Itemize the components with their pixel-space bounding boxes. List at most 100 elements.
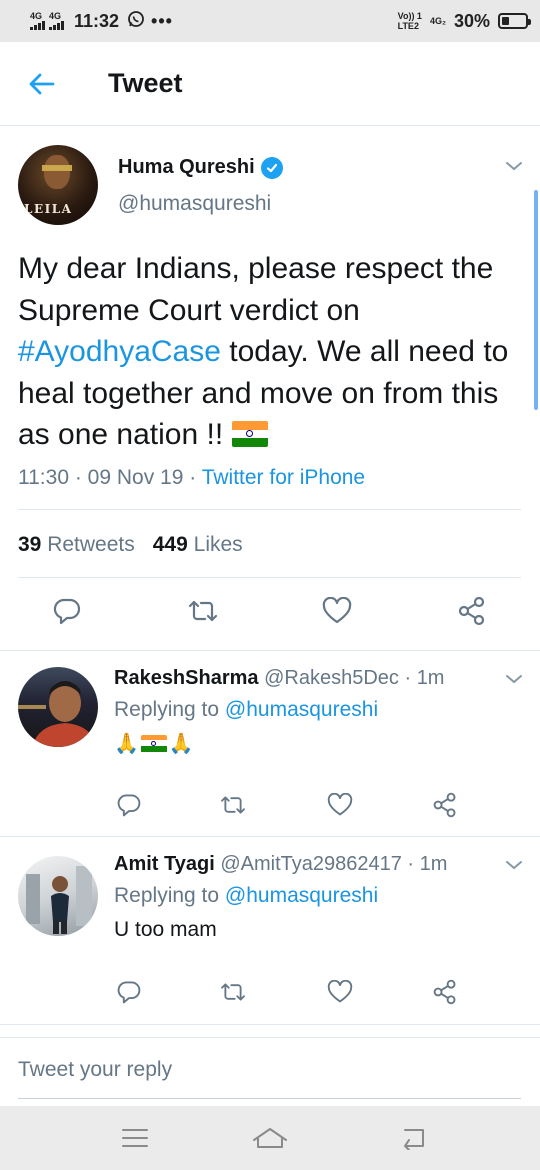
heart-icon (327, 980, 353, 1003)
reply-actions (0, 788, 540, 828)
retweet-button[interactable] (186, 594, 220, 628)
reply-icon (53, 598, 81, 625)
tweet-metadata: 11:30 · 09 Nov 19 · Twitter for iPhone (18, 466, 366, 489)
reply-button[interactable] (50, 594, 84, 628)
likes-stat[interactable]: 449 Likes (153, 533, 243, 557)
verified-badge-icon (260, 156, 283, 179)
reply-time: 1m (419, 853, 448, 875)
reply-button[interactable] (112, 788, 146, 822)
divider (18, 509, 521, 510)
share-button[interactable] (428, 788, 462, 822)
reply-icon (117, 794, 141, 817)
replying-to: Replying to @humasqureshi (114, 698, 379, 721)
reply-author-handle[interactable]: @AmitTya29862417 (220, 853, 402, 875)
more-notifications-icon: ••• (151, 10, 173, 31)
reply-button[interactable] (112, 975, 146, 1009)
battery-percentage: 30% (453, 10, 490, 31)
like-button[interactable] (323, 788, 357, 822)
divider (0, 1024, 540, 1025)
tweet-stats: 39 Retweets 449 Likes (18, 533, 243, 557)
reply-time: 1m (416, 667, 445, 689)
divider (0, 1037, 540, 1038)
signal-indicator-1: 4G (30, 12, 45, 30)
status-bar: 4G 4G 11:32 ••• Vo)) 1 LTE2 4G₂ 30% (0, 0, 540, 42)
retweet-button[interactable] (216, 788, 250, 822)
page-title: Tweet (108, 68, 183, 98)
retweet-button[interactable] (216, 975, 250, 1009)
replying-to: Replying to @humasqureshi (114, 884, 379, 907)
retweet-icon (221, 983, 245, 1001)
battery-icon (498, 13, 531, 29)
reply-options-button[interactable] (500, 665, 528, 693)
chevron-down-icon (506, 675, 522, 684)
share-icon (458, 596, 485, 626)
network-type-3: 4G₂ (429, 16, 446, 26)
signal-indicator-2: 4G (49, 12, 64, 30)
india-flag-emoji (231, 421, 268, 447)
reply-text: U too mam (114, 918, 217, 941)
reply-emoji-content: 🙏 🙏 (114, 731, 194, 756)
reply-actions (0, 975, 540, 1015)
author-name[interactable]: Huma Qureshi (118, 156, 283, 179)
reply-item[interactable]: Amit Tyagi @AmitTya29862417 · 1m Replyin… (0, 837, 540, 1025)
back-nav-icon (404, 1129, 424, 1150)
share-icon (433, 792, 456, 818)
retweet-icon (221, 796, 245, 814)
tweet-actions (0, 594, 540, 634)
divider (18, 577, 521, 578)
heart-icon (327, 793, 353, 816)
back-button[interactable] (20, 62, 64, 106)
share-button[interactable] (428, 975, 462, 1009)
like-button[interactable] (320, 594, 354, 628)
tweet-options-button[interactable] (500, 152, 528, 180)
home-icon (253, 1128, 287, 1148)
chevron-down-icon (506, 861, 522, 870)
tweet-time: 11:30 (18, 466, 69, 489)
replying-to-handle[interactable]: @humasqureshi (225, 884, 378, 907)
reply-header: Amit Tyagi @AmitTya29862417 · 1m (114, 853, 448, 875)
folded-hands-emoji: 🙏 (114, 733, 139, 755)
retweets-stat[interactable]: 39 Retweets (18, 533, 135, 557)
status-time: 11:32 (74, 10, 120, 31)
network-type-2: 4G (49, 11, 62, 21)
system-nav-bar (0, 1106, 540, 1170)
heart-icon (322, 597, 352, 624)
reply-author-name[interactable]: Amit Tyagi (114, 853, 215, 875)
home-button[interactable] (248, 1116, 292, 1160)
reply-composer-input[interactable]: Tweet your reply (18, 1058, 172, 1082)
retweet-icon (188, 600, 218, 622)
india-flag-emoji (140, 734, 167, 753)
author-avatar[interactable]: LEILA (18, 145, 98, 225)
arrow-left-icon (29, 73, 55, 94)
share-button[interactable] (455, 594, 489, 628)
reply-avatar[interactable] (18, 856, 98, 936)
reply-item[interactable]: RakeshSharma @Rakesh5Dec · 1m Replying t… (0, 651, 540, 837)
like-button[interactable] (323, 975, 357, 1009)
reply-author-name[interactable]: RakeshSharma (114, 667, 259, 689)
back-nav-button[interactable] (390, 1116, 434, 1160)
avatar-poster-text: LEILA (24, 202, 73, 216)
hashtag-link[interactable]: #AyodhyaCase (18, 335, 221, 368)
app-header: Tweet (0, 42, 540, 126)
reply-author-handle[interactable]: @Rakesh5Dec (264, 667, 399, 689)
signal-bars-icon (49, 21, 64, 30)
share-icon (433, 979, 456, 1005)
menu-button[interactable] (113, 1116, 157, 1160)
chevron-down-icon (506, 162, 522, 171)
scrollbar[interactable] (534, 190, 538, 410)
whatsapp-icon (127, 10, 145, 33)
composer-underline (18, 1098, 521, 1099)
folded-hands-emoji: 🙏 (168, 733, 194, 755)
reply-header: RakeshSharma @Rakesh5Dec · 1m (114, 667, 445, 689)
tweet-source-link[interactable]: Twitter for iPhone (202, 466, 365, 489)
network-type-1: 4G (30, 11, 43, 21)
tweet-date: 09 Nov 19 (87, 466, 184, 489)
signal-bars-icon (30, 21, 45, 30)
menu-icon (122, 1129, 148, 1147)
reply-icon (117, 981, 141, 1004)
tweet-text: My dear Indians, please respect the Supr… (18, 252, 509, 451)
reply-options-button[interactable] (500, 851, 528, 879)
author-handle[interactable]: @humasqureshi (118, 192, 271, 216)
replying-to-handle[interactable]: @humasqureshi (225, 698, 378, 721)
reply-avatar[interactable] (18, 667, 98, 747)
